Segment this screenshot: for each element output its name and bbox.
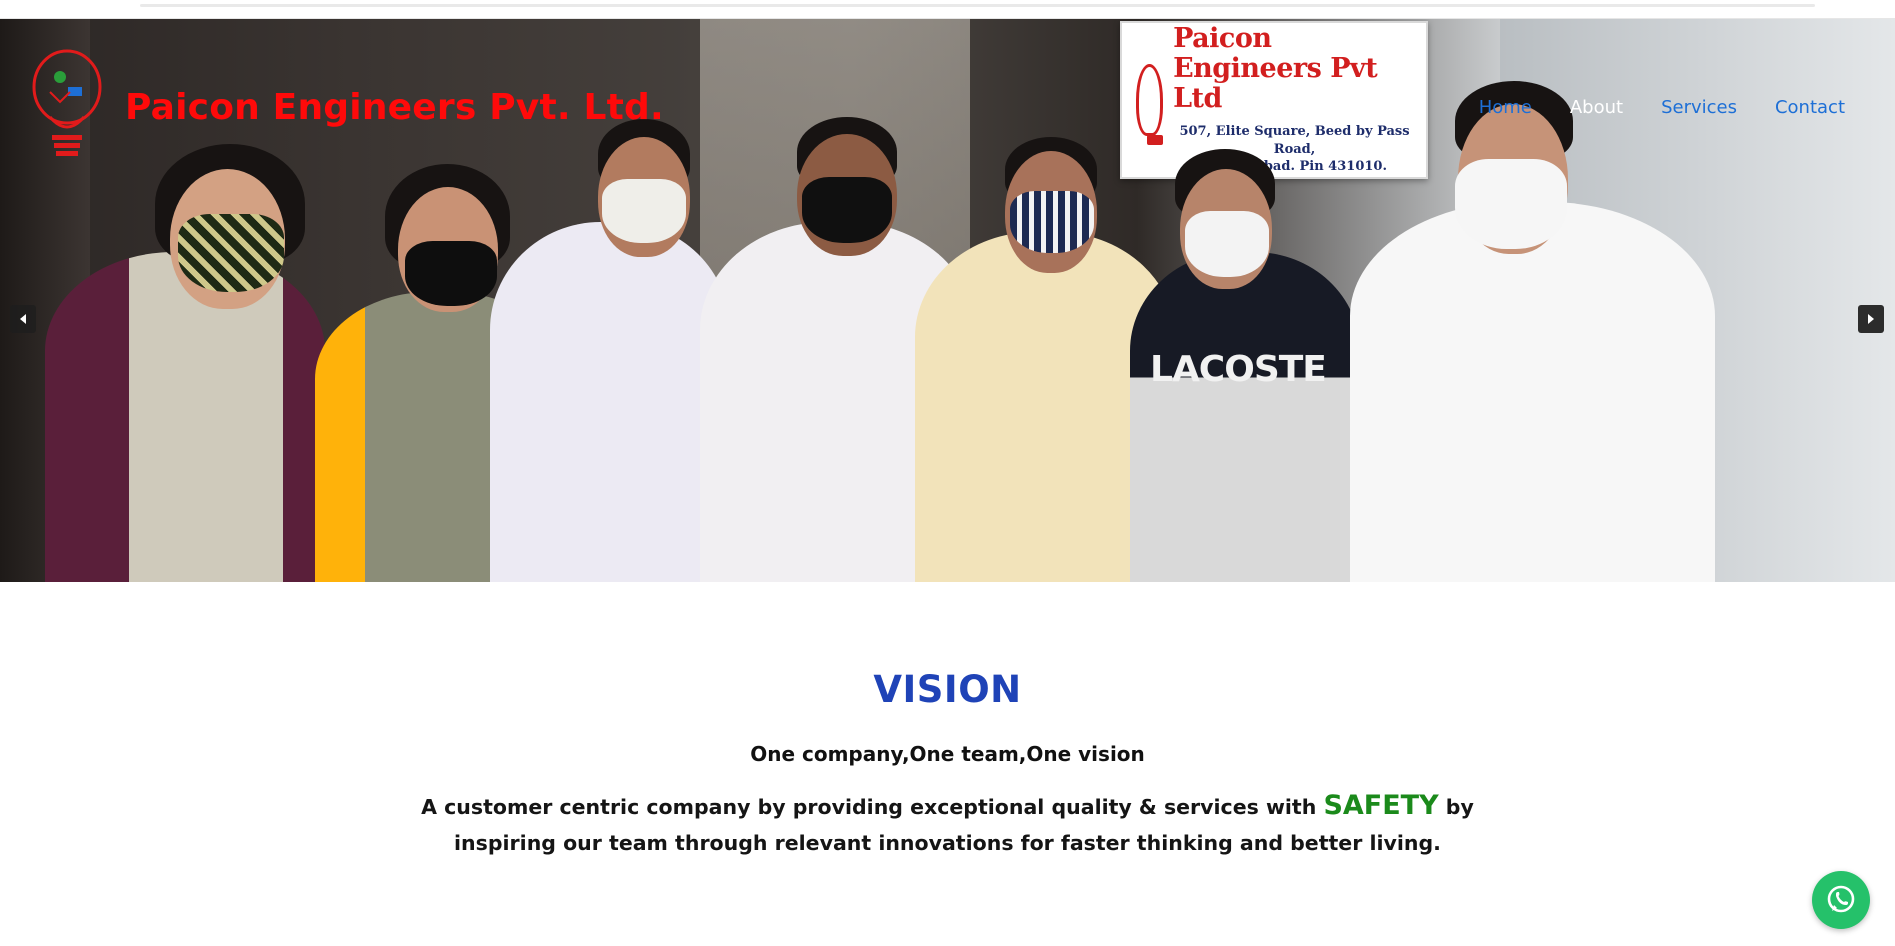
chevron-right-icon <box>1868 314 1874 324</box>
person-3-mask <box>602 179 686 243</box>
bulb-logo-icon <box>32 49 102 156</box>
vision-body-before: A customer centric company by providing … <box>421 795 1317 819</box>
nav-contact[interactable]: Contact <box>1775 97 1845 118</box>
browser-top-strip <box>0 0 1895 19</box>
hero-carousel: Paicon Engineers Pvt Ltd 507, Elite Squa… <box>0 19 1895 582</box>
person-1 <box>45 252 325 582</box>
person-7 <box>1350 202 1715 582</box>
vision-statement: A customer centric company by providing … <box>420 788 1475 861</box>
vision-section: VISION One company,One team,One vision A… <box>0 582 1895 946</box>
whatsapp-icon <box>1827 885 1855 913</box>
signboard-bulb-logo <box>1136 64 1164 145</box>
browser-divider <box>140 4 1815 7</box>
safety-highlight: SAFETY <box>1323 790 1439 821</box>
person-6 <box>1130 252 1360 582</box>
company-logo[interactable] <box>30 47 104 165</box>
vision-subtitle: One company,One team,One vision <box>750 742 1145 766</box>
tshirt-text: LACOSTE <box>1150 349 1327 390</box>
whatsapp-chat-button[interactable] <box>1812 871 1870 929</box>
person-2-mask <box>405 241 497 306</box>
chevron-left-icon <box>20 314 26 324</box>
company-signboard: Paicon Engineers Pvt Ltd 507, Elite Squa… <box>1120 21 1428 179</box>
nav-home[interactable]: Home <box>1479 97 1532 118</box>
nav-services[interactable]: Services <box>1661 97 1737 118</box>
signboard-title: Paicon Engineers Pvt Ltd <box>1173 23 1378 114</box>
person-3 <box>490 222 730 582</box>
person-1-mask <box>178 214 284 292</box>
main-navigation: Home About Services Contact <box>1479 97 1845 118</box>
nav-about[interactable]: About <box>1570 97 1623 118</box>
carousel-prev-button[interactable] <box>10 305 36 333</box>
vision-title: VISION <box>873 668 1022 711</box>
person-6-mask <box>1185 211 1269 277</box>
person-4-mask <box>802 177 892 243</box>
person-5-mask <box>1010 191 1094 253</box>
person-7-mask <box>1455 159 1567 249</box>
carousel-next-button[interactable] <box>1858 305 1884 333</box>
brand-name[interactable]: Paicon Engineers Pvt. Ltd. <box>125 87 664 128</box>
